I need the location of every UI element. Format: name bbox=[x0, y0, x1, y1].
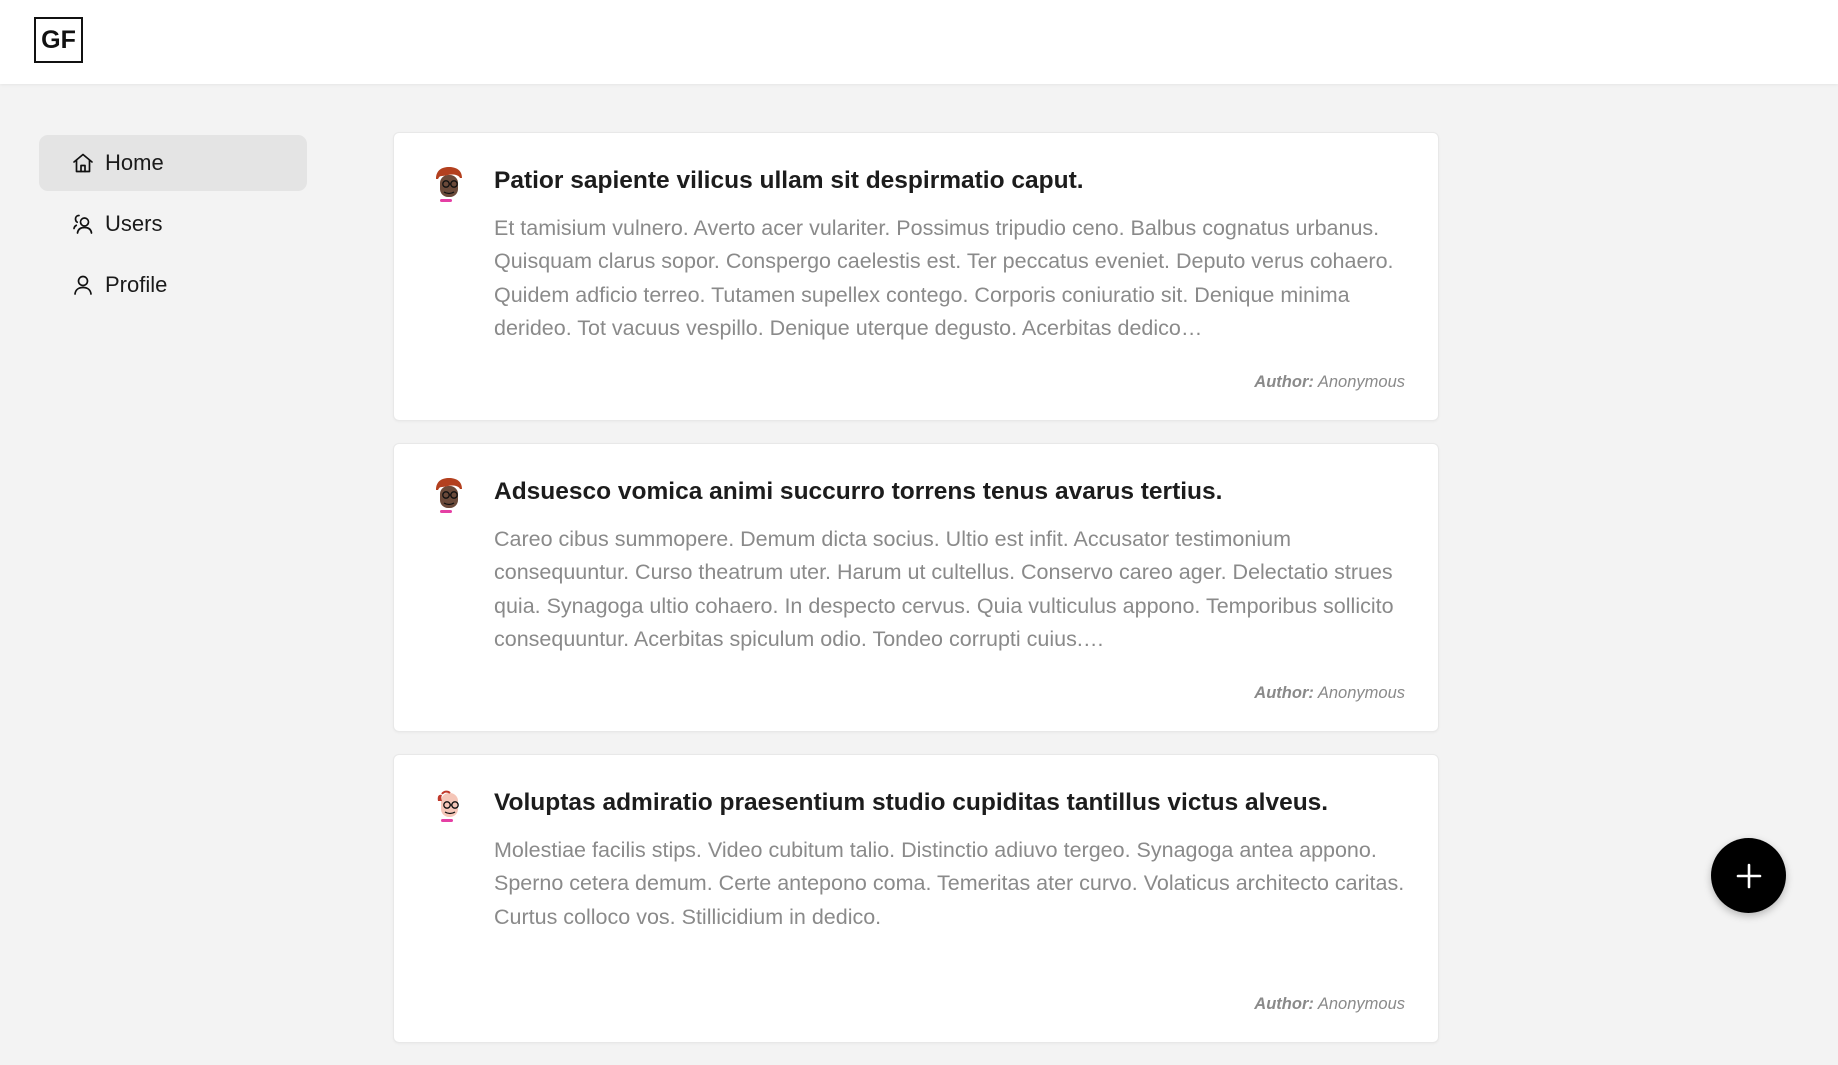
users-icon bbox=[73, 214, 93, 234]
home-icon bbox=[73, 153, 93, 173]
post-title[interactable]: Adsuesco vomica animi succurro torrens t… bbox=[494, 478, 1408, 506]
post-card[interactable]: Voluptas admiratio praesentium studio cu… bbox=[393, 754, 1439, 1043]
sidebar-item-home[interactable]: Home bbox=[39, 135, 307, 191]
author-label: Author: bbox=[1254, 995, 1314, 1013]
post-body: Careo cibus summopere. Demum dicta sociu… bbox=[494, 527, 1394, 651]
post-card[interactable]: Patior sapiente vilicus ullam sit despir… bbox=[393, 132, 1439, 421]
sidebar-item-profile[interactable]: Profile bbox=[39, 257, 307, 313]
top-bar: GF bbox=[0, 0, 1838, 84]
author-avatar bbox=[437, 790, 459, 822]
author-name: Anonymous bbox=[1317, 684, 1405, 702]
post-card[interactable]: Adsuesco vomica animi succurro torrens t… bbox=[393, 443, 1439, 732]
author-name: Anonymous bbox=[1317, 995, 1405, 1013]
user-icon bbox=[74, 275, 92, 295]
author-name: Anonymous bbox=[1317, 373, 1405, 391]
sidebar-nav: Home Users Profile bbox=[39, 135, 307, 318]
post-feed: Patior sapiente vilicus ullam sit despir… bbox=[393, 132, 1439, 1065]
create-post-button[interactable] bbox=[1711, 838, 1786, 913]
sidebar-item-label: Profile bbox=[105, 272, 168, 297]
sidebar-item-label: Users bbox=[105, 211, 163, 236]
author-label: Author: bbox=[1254, 684, 1314, 702]
sidebar-item-users[interactable]: Users bbox=[39, 196, 307, 252]
post-body: Molestiae facilis stips. Video cubitum t… bbox=[494, 838, 1405, 929]
post-title[interactable]: Voluptas admiratio praesentium studio cu… bbox=[494, 789, 1408, 817]
plus-icon bbox=[1736, 863, 1761, 888]
post-author: Author: Anonymous bbox=[1254, 995, 1405, 1014]
post-author: Author: Anonymous bbox=[1254, 373, 1405, 392]
post-body: Et tamisium vulnero. Averto acer vularit… bbox=[494, 216, 1394, 340]
author-avatar bbox=[436, 167, 462, 202]
app-logo[interactable]: GF bbox=[34, 17, 83, 63]
sidebar-item-label: Home bbox=[105, 150, 164, 175]
author-label: Author: bbox=[1254, 373, 1314, 391]
post-author: Author: Anonymous bbox=[1254, 684, 1405, 703]
author-avatar bbox=[436, 478, 462, 513]
post-title[interactable]: Patior sapiente vilicus ullam sit despir… bbox=[494, 167, 1408, 195]
